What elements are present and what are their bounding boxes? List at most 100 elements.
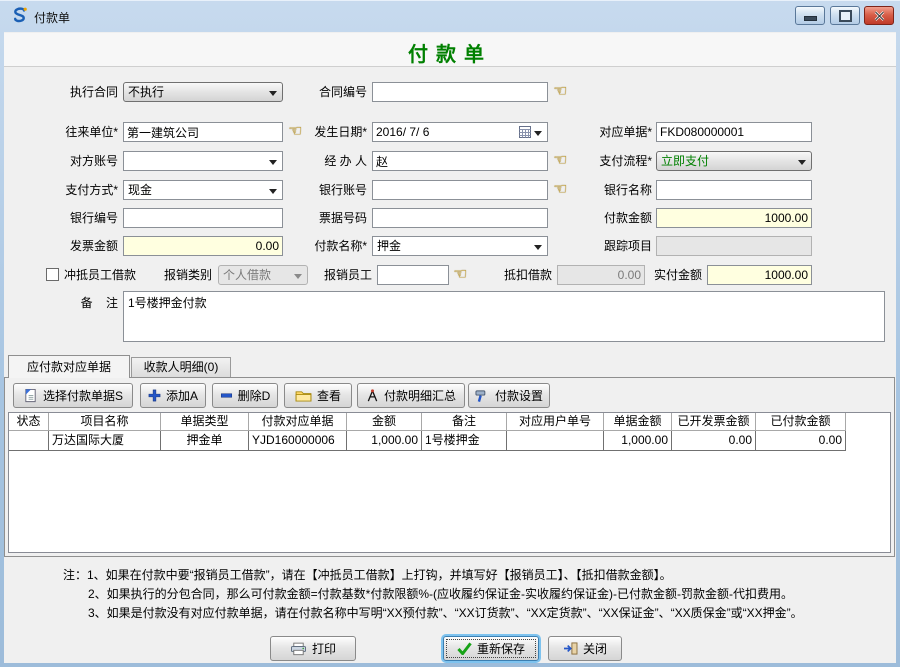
pay-flow-label: 支付流程* bbox=[578, 151, 652, 171]
view-button[interactable]: 查看 bbox=[284, 383, 352, 408]
reimburse-employee-input[interactable] bbox=[377, 265, 449, 285]
reimburse-employee-picker-hand-icon[interactable]: ☜ bbox=[453, 265, 473, 285]
column-header[interactable]: 金额 bbox=[347, 413, 422, 431]
execute-contract-value: 不执行 bbox=[128, 85, 164, 99]
bank-account-label: 银行账号 bbox=[290, 180, 367, 200]
print-button[interactable]: 打印 bbox=[270, 636, 356, 661]
resave-button[interactable]: 重新保存 bbox=[443, 636, 539, 661]
actual-amount-input[interactable] bbox=[707, 265, 812, 285]
offset-employee-loan-checkbox[interactable] bbox=[46, 268, 59, 281]
dropdown-arrow-icon bbox=[534, 245, 542, 250]
remarks-label: 备 注 bbox=[38, 293, 118, 313]
bank-name-input[interactable] bbox=[656, 180, 812, 200]
bill-number-label: 票据号码 bbox=[290, 208, 367, 228]
bill-number-input[interactable] bbox=[372, 208, 548, 228]
note-line-2: 2、如果执行的分包合同，那么可付款金额=付款基数*付款限额%-(应收履约保证金-… bbox=[88, 585, 793, 602]
tracking-project-label: 跟踪项目 bbox=[578, 236, 652, 256]
ref-document-label: 对应单据* bbox=[578, 122, 652, 142]
counter-account-label: 对方账号 bbox=[38, 151, 118, 171]
pay-flow-combobox[interactable]: 立即支付 bbox=[656, 151, 812, 171]
deduct-loan-label: 抵扣借款 bbox=[492, 265, 552, 285]
cell-status bbox=[9, 431, 49, 451]
date-picker[interactable]: 2016/ 7/ 6 bbox=[372, 122, 548, 142]
cell-doc-amount: 1,000.00 bbox=[604, 431, 672, 451]
column-header[interactable]: 单据金额 bbox=[604, 413, 672, 431]
cell-paid-amount: 0.00 bbox=[756, 431, 846, 451]
bank-account-picker-hand-icon[interactable]: ☜ bbox=[553, 180, 573, 200]
tracking-project-input bbox=[656, 236, 812, 256]
reimburse-category-combobox: 个人借款 bbox=[218, 265, 308, 285]
bank-code-input[interactable] bbox=[123, 208, 283, 228]
select-payment-doc-button[interactable]: 选择付款单据S bbox=[13, 383, 133, 408]
dropdown-arrow-icon bbox=[294, 274, 302, 279]
bank-account-input[interactable] bbox=[372, 180, 548, 200]
column-header[interactable]: 状态 bbox=[9, 413, 49, 431]
delete-button[interactable]: 删除D bbox=[212, 383, 278, 408]
tab-payable-documents[interactable]: 应付款对应单据 bbox=[8, 355, 130, 378]
actual-amount-label: 实付金额 bbox=[642, 265, 702, 285]
handler-input[interactable] bbox=[372, 151, 548, 171]
close-button[interactable] bbox=[864, 6, 894, 25]
notepad-icon bbox=[23, 388, 38, 403]
reimburse-category-label: 报销类别 bbox=[150, 265, 212, 285]
column-header[interactable]: 项目名称 bbox=[49, 413, 161, 431]
window-title: 付款单 bbox=[34, 9, 70, 26]
pay-amount-input[interactable] bbox=[656, 208, 812, 228]
cell-doc-type: 押金单 bbox=[161, 431, 249, 451]
counterparty-input[interactable] bbox=[123, 122, 283, 142]
pay-method-value: 现金 bbox=[128, 183, 152, 197]
minimize-button[interactable] bbox=[795, 6, 825, 25]
contract-number-input[interactable] bbox=[372, 82, 548, 102]
handler-picker-hand-icon[interactable]: ☜ bbox=[553, 151, 573, 171]
deduct-loan-input bbox=[557, 265, 645, 285]
payment-detail-summary-button[interactable]: 付款明细汇总 bbox=[357, 383, 465, 408]
counter-account-combobox[interactable] bbox=[123, 151, 283, 171]
remarks-textarea[interactable]: 1号楼押金付款 bbox=[123, 291, 885, 342]
cell-project-name: 万达国际大厦 bbox=[49, 431, 161, 451]
contract-number-label: 合同编号 bbox=[290, 82, 367, 102]
table-row[interactable]: 万达国际大厦 押金单 YJD160000006 1,000.00 1号楼押金 1… bbox=[9, 431, 890, 451]
column-header[interactable]: 单据类型 bbox=[161, 413, 249, 431]
cell-remark: 1号楼押金 bbox=[422, 431, 507, 451]
handler-label: 经 办 人 bbox=[290, 151, 367, 171]
payment-settings-button[interactable]: 付款设置 bbox=[468, 383, 550, 408]
tab-payee-detail[interactable]: 收款人明细(0) bbox=[131, 357, 231, 377]
pay-name-combobox[interactable]: 押金 bbox=[372, 236, 548, 256]
invoice-amount-label: 发票金额 bbox=[38, 236, 118, 256]
payment-order-window: 付款单 付款单 执行合同 不执行 合同编号 ☜ 往来单位* ☜ 发生日期* 20… bbox=[0, 0, 900, 667]
column-header[interactable]: 对应用户单号 bbox=[507, 413, 604, 431]
maximize-button[interactable] bbox=[830, 6, 860, 25]
invoice-amount-input[interactable] bbox=[123, 236, 283, 256]
contract-picker-hand-icon[interactable]: ☜ bbox=[553, 82, 573, 102]
hammer-icon bbox=[475, 389, 490, 403]
dropdown-arrow-icon bbox=[269, 160, 277, 165]
add-button[interactable]: 添加A bbox=[140, 383, 206, 408]
ref-document-input[interactable] bbox=[656, 122, 812, 142]
counterparty-label: 往来单位* bbox=[38, 122, 118, 142]
close-icon bbox=[874, 11, 885, 21]
pay-method-combobox[interactable]: 现金 bbox=[123, 180, 283, 200]
calendar-icon bbox=[519, 126, 531, 138]
pay-method-label: 支付方式* bbox=[38, 180, 118, 200]
column-header[interactable]: 已开发票金额 bbox=[672, 413, 756, 431]
column-header[interactable]: 备注 bbox=[422, 413, 507, 431]
offset-employee-loan-label: 冲抵员工借款 bbox=[64, 265, 136, 285]
note-line-1: 注：1、如果在付款中要“报销员工借款”，请在【冲抵员工借款】上打钩，并填写好【报… bbox=[63, 566, 672, 583]
note-line-3: 3、如果是付款没有对应付款单据，请在付款名称中写明“XX预付款”、“XX订货款”… bbox=[88, 604, 803, 621]
plus-icon bbox=[148, 389, 161, 402]
payment-documents-grid: 状态 项目名称 单据类型 付款对应单据 金额 备注 对应用户单号 单据金额 已开… bbox=[8, 412, 891, 553]
minus-icon bbox=[220, 392, 233, 399]
minimize-icon bbox=[804, 16, 817, 21]
column-header[interactable]: 付款对应单据 bbox=[249, 413, 347, 431]
pay-name-value: 押金 bbox=[377, 239, 401, 253]
app-icon bbox=[10, 6, 29, 25]
dialog-close-button[interactable]: 关闭 bbox=[548, 636, 622, 661]
cell-user-order bbox=[507, 431, 604, 451]
grid-header-row: 状态 项目名称 单据类型 付款对应单据 金额 备注 对应用户单号 单据金额 已开… bbox=[9, 413, 890, 431]
execute-contract-combobox[interactable]: 不执行 bbox=[123, 82, 283, 102]
pay-amount-label: 付款金额 bbox=[578, 208, 652, 228]
maximize-icon bbox=[839, 10, 852, 22]
dropdown-arrow-icon bbox=[798, 160, 806, 165]
column-header[interactable]: 已付款金额 bbox=[756, 413, 846, 431]
pay-flow-value: 立即支付 bbox=[661, 154, 709, 168]
